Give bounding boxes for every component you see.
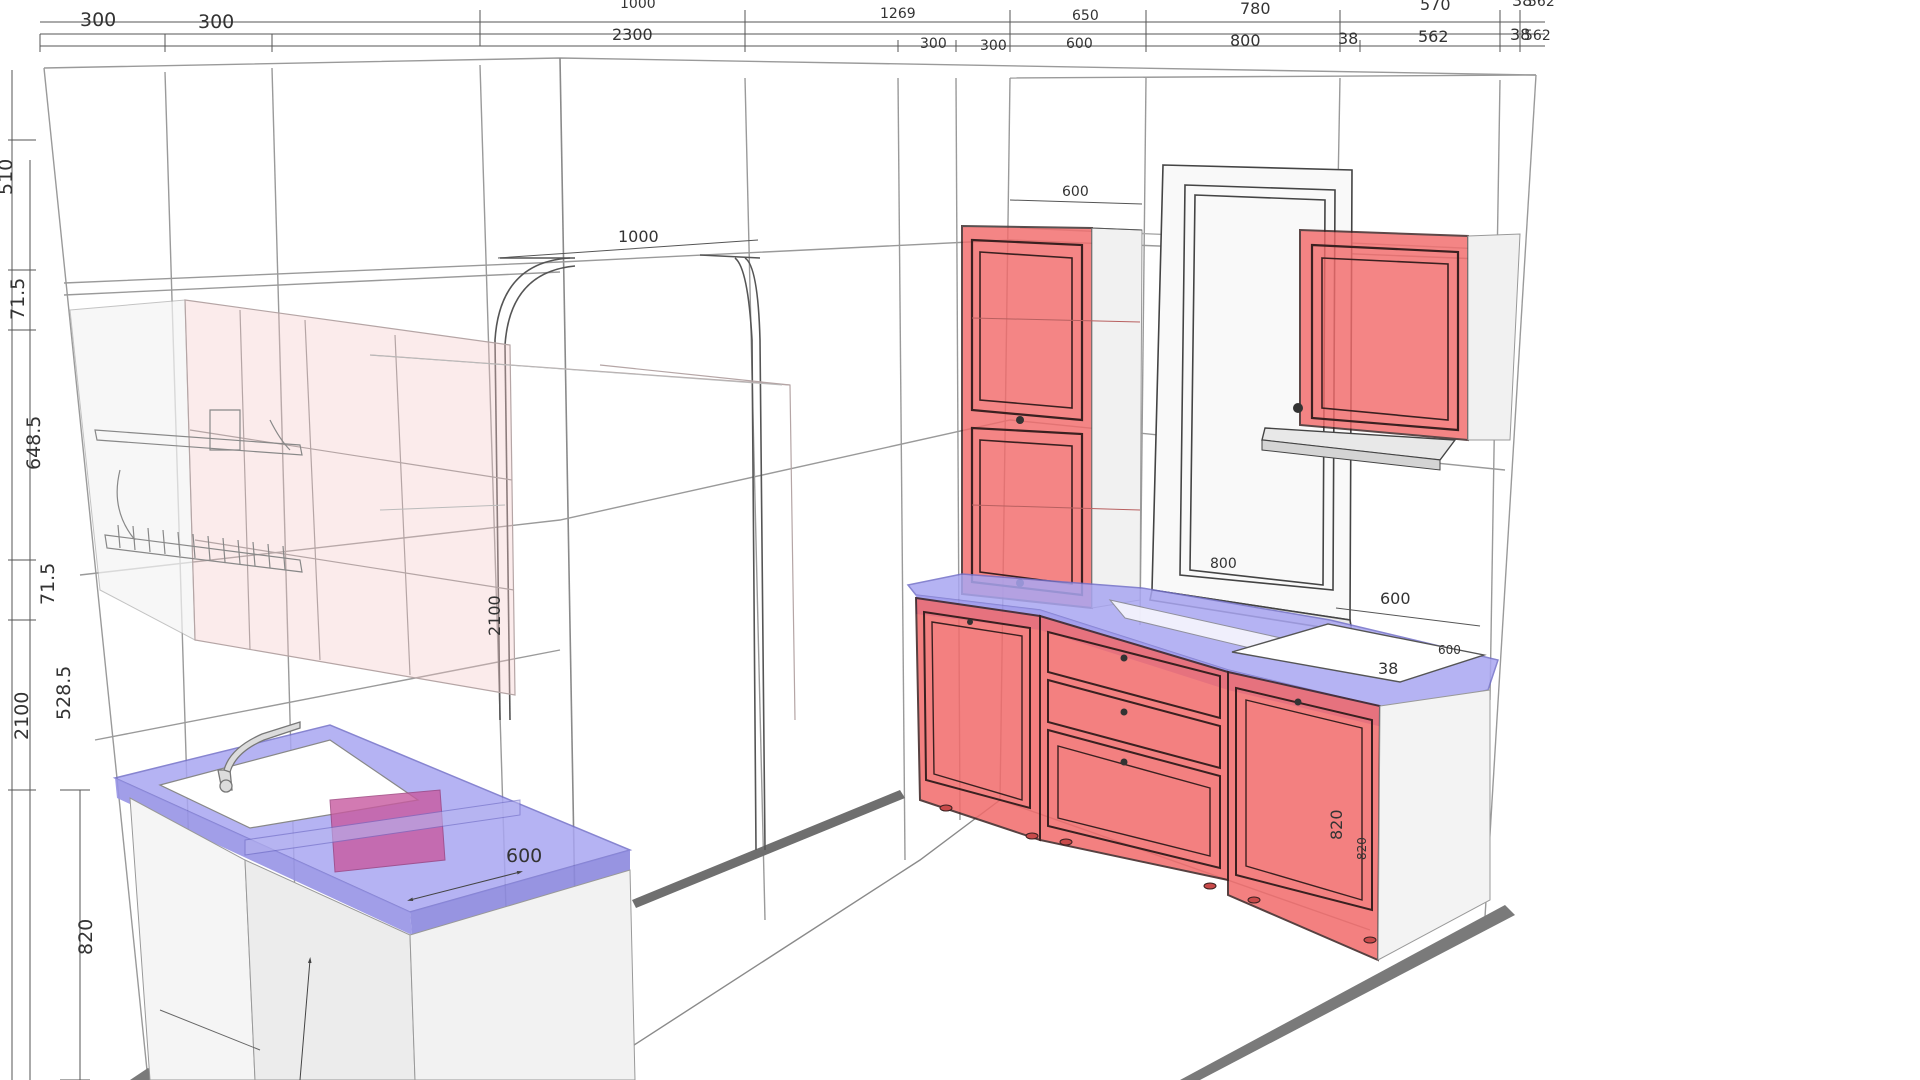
dim-left-510: 510 xyxy=(0,159,17,195)
dim-top-800: 800 xyxy=(1230,31,1261,50)
dim-top-300c: 300 xyxy=(920,36,947,52)
dim-arch-width: 1000 xyxy=(618,227,659,246)
wall-cabinet-right xyxy=(1261,228,1521,471)
dim-hob-depth: 600 xyxy=(1438,643,1461,657)
dim-top-562b: 562 xyxy=(1418,27,1449,46)
dim-left-820: 820 xyxy=(75,919,97,955)
dim-left-71-5b: 71.5 xyxy=(37,563,59,605)
dim-left-2100: 2100 xyxy=(11,692,33,740)
dim-left-648-5: 648.5 xyxy=(23,416,45,470)
kitchen-design-canvas[interactable]: 1000 650 780 570 38 562 300 300 2300 126… xyxy=(0,0,1920,1080)
dim-base-height-b: 820 xyxy=(1355,837,1369,860)
dim-top-300b: 300 xyxy=(198,11,234,33)
dim-top-650: 650 xyxy=(1072,8,1099,24)
dim-island-depth: 600 xyxy=(506,845,542,867)
dim-left-71-5a: 71.5 xyxy=(7,278,29,320)
ghost-upper-cabinets xyxy=(69,299,796,721)
dim-top-562a: 562 xyxy=(1528,0,1555,10)
wall-cabinet-left xyxy=(961,224,1143,610)
dim-left-528-5: 528.5 xyxy=(53,666,75,720)
dim-window-width: 800 xyxy=(1210,556,1237,572)
dim-countertop-thickness: 38 xyxy=(1378,659,1398,678)
dim-hob-width: 600 xyxy=(1380,589,1411,608)
left-dimension-labels: 510 71.5 648.5 71.5 528.5 2100 820 xyxy=(0,159,97,955)
dim-top-780: 780 xyxy=(1240,0,1271,18)
dim-top-300d: 300 xyxy=(980,38,1007,54)
dim-top-1269: 1269 xyxy=(880,6,916,22)
dim-top-562c: 562 xyxy=(1524,28,1551,44)
dim-wall-height: 2100 xyxy=(485,595,504,636)
dim-top-600: 600 xyxy=(1066,36,1093,52)
arch-opening xyxy=(494,254,766,851)
dim-top-2300: 2300 xyxy=(612,25,653,44)
dim-top-300a: 300 xyxy=(80,9,116,31)
dim-upper-cabinet-width: 600 xyxy=(1062,184,1089,200)
dim-top-1000: 1000 xyxy=(620,0,656,12)
dim-top-38b: 38 xyxy=(1338,29,1358,48)
dim-top-570: 570 xyxy=(1420,0,1451,14)
base-cabinets xyxy=(906,573,1499,962)
dim-base-height: 820 xyxy=(1327,809,1346,840)
island-unit xyxy=(112,721,636,1080)
